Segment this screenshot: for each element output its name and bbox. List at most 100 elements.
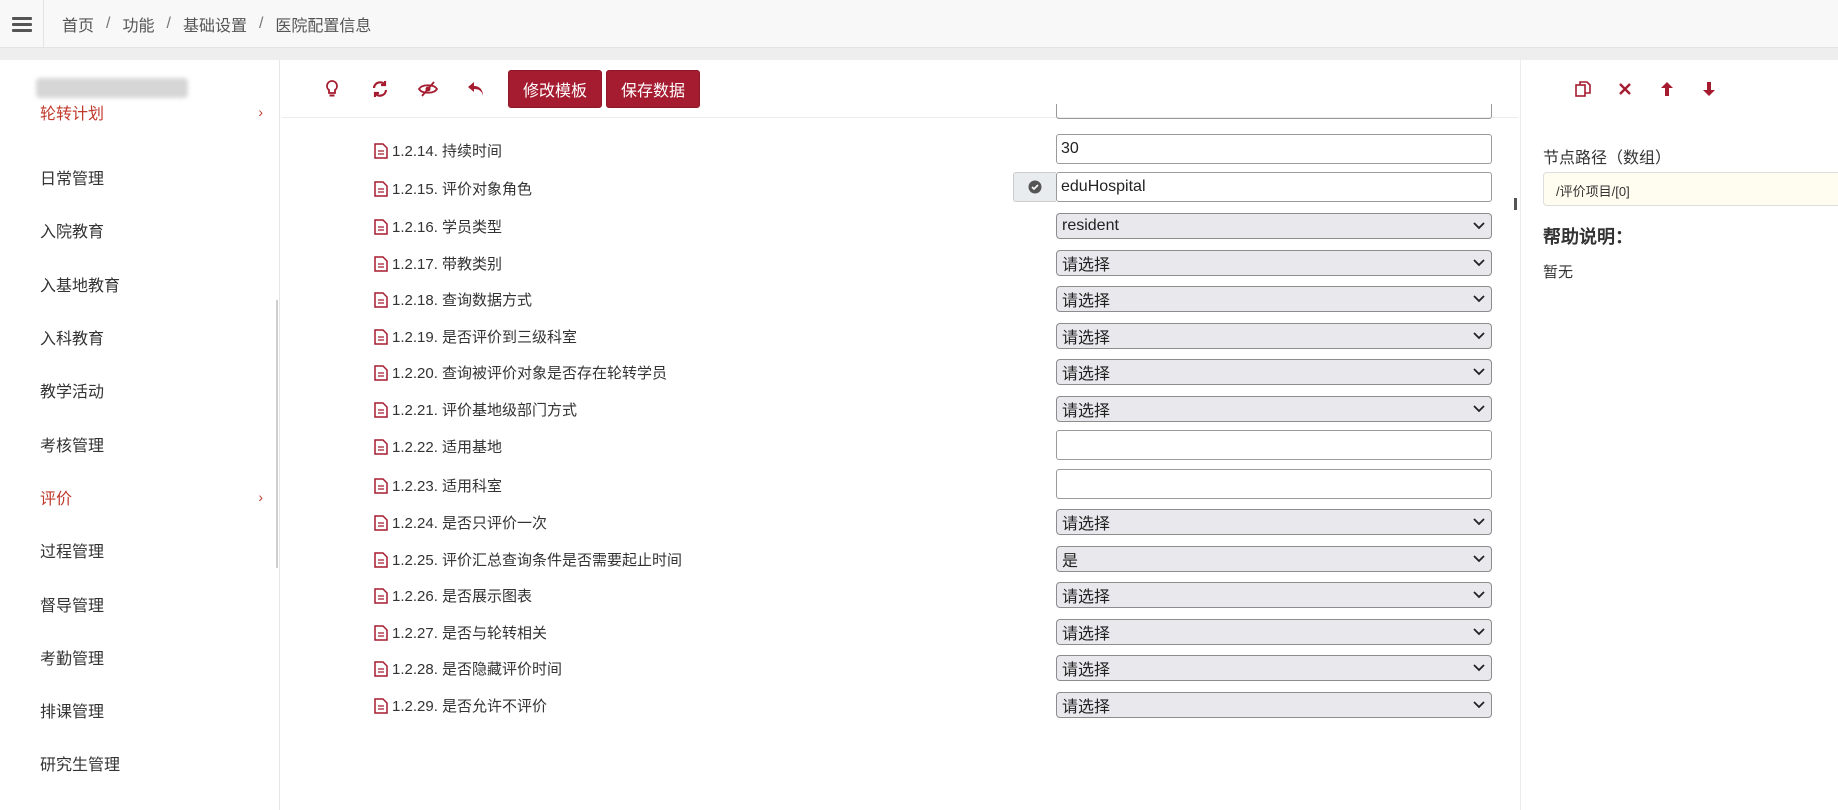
sidebar-item-label: 督导管理	[40, 598, 105, 615]
form-row: 1.2.23. 适用科室	[282, 468, 1518, 500]
document-icon	[374, 255, 388, 272]
sidebar-item-attendance-management[interactable]: 考勤管理	[40, 645, 265, 669]
sidebar-item-label: 考勤管理	[40, 651, 105, 668]
field-label: 1.2.21. 评价基地级部门方式	[392, 402, 578, 419]
breadcrumb-separator: /	[106, 14, 111, 32]
chevron-down-icon	[1473, 332, 1485, 340]
sidebar-item-label: 排课管理	[40, 704, 105, 721]
field-label: 1.2.23. 适用科室	[392, 478, 503, 495]
third-level-dept-select[interactable]: 请选择	[1056, 323, 1492, 349]
field-label: 1.2.14. 持续时间	[392, 143, 503, 160]
sidebar-item-supervision-management[interactable]: 督导管理	[40, 592, 265, 616]
breadcrumb-separator: /	[258, 14, 264, 32]
field-label: 1.2.29. 是否允许不评价	[392, 698, 548, 715]
node-toolbar	[1521, 60, 1838, 118]
close-icon[interactable]	[1605, 71, 1645, 107]
chevron-right-icon: ›	[258, 489, 263, 505]
sidebar-item-label: 研究生管理	[40, 757, 121, 774]
field-label: 1.2.18. 查询数据方式	[392, 292, 533, 309]
sidebar-item-teaching-activity[interactable]: 教学活动	[40, 378, 265, 402]
sidebar-item-dept-education[interactable]: 入科教育	[40, 325, 265, 349]
sidebar-item-process-management[interactable]: 过程管理	[40, 538, 265, 562]
hamburger-menu-icon[interactable]	[0, 0, 44, 48]
field-label: 1.2.24. 是否只评价一次	[392, 515, 548, 532]
form-row: 1.2.18. 查询数据方式 请选择	[282, 282, 1518, 314]
edit-template-button[interactable]: 修改模板	[508, 69, 603, 108]
save-data-button[interactable]: 保存数据	[606, 69, 701, 108]
teacher-category-select[interactable]: 请选择	[1056, 250, 1492, 276]
document-icon	[374, 401, 388, 418]
node-path-value: /评价项目/[0]	[1543, 172, 1838, 206]
sidebar-item-label: 评价	[40, 491, 73, 508]
breadcrumb-home[interactable]: 首页	[62, 12, 94, 36]
rotation-related-select[interactable]: 请选择	[1056, 619, 1492, 645]
applicable-dept-input[interactable]	[1056, 469, 1492, 499]
field-label: 1.2.22. 适用基地	[392, 439, 503, 456]
document-icon	[374, 660, 388, 677]
sidebar-item-exam-management[interactable]: 考核管理	[40, 432, 265, 456]
form-row: 1.2.15. 评价对象角色	[282, 171, 1518, 203]
breadcrumb: 首页 / 功能 / 基础设置 / 医院配置信息	[44, 12, 371, 36]
help-title: 帮助说明：	[1543, 227, 1633, 247]
field-label: 1.2.25. 评价汇总查询条件是否需要起止时间	[392, 552, 683, 569]
query-method-select[interactable]: 请选择	[1056, 286, 1492, 312]
show-chart-select[interactable]: 请选择	[1056, 582, 1492, 608]
field-label: 1.2.17. 带教类别	[392, 256, 503, 273]
rotation-student-select[interactable]: 请选择	[1056, 359, 1492, 385]
applicable-base-input[interactable]	[1056, 430, 1492, 460]
partial-field[interactable]	[1056, 104, 1492, 119]
check-circle-icon[interactable]	[1013, 172, 1056, 202]
allow-no-eval-select[interactable]: 请选择	[1056, 692, 1492, 718]
select-value: 请选择	[1062, 403, 1111, 420]
undo-icon[interactable]	[456, 71, 496, 107]
refresh-icon[interactable]	[360, 71, 400, 107]
arrow-up-icon[interactable]	[1647, 71, 1687, 107]
breadcrumb-separator: /	[166, 14, 171, 32]
evaluate-once-select[interactable]: 请选择	[1056, 509, 1492, 535]
lightbulb-icon[interactable]	[312, 71, 352, 107]
form-row: 1.2.28. 是否隐藏评价时间 请选择	[282, 651, 1518, 683]
main-panel: 修改模板 保存数据 1.2.14. 持续时间 1.2.15. 评价对象角色 1.…	[282, 60, 1518, 810]
sidebar-item-evaluation[interactable]: 评价 ›	[40, 485, 265, 509]
chevron-down-icon	[1473, 555, 1485, 563]
chevron-down-icon	[1473, 628, 1485, 636]
document-icon	[374, 624, 388, 641]
breadcrumb-function[interactable]: 功能	[122, 12, 154, 36]
form-row: 1.2.14. 持续时间	[282, 133, 1518, 165]
sidebar-item-graduate-management[interactable]: 研究生管理	[40, 751, 265, 775]
sidebar-item-label: 入基地教育	[40, 278, 121, 295]
sidebar-item-hospital-education[interactable]: 入院教育	[40, 218, 265, 242]
sidebar-item-daily-management[interactable]: 日常管理	[40, 165, 265, 189]
document-icon	[374, 697, 388, 714]
sidebar-scrollbar[interactable]	[276, 300, 278, 568]
sidebar-item-base-education[interactable]: 入基地教育	[40, 272, 265, 296]
chevron-down-icon	[1473, 259, 1485, 267]
select-value: 请选择	[1062, 257, 1111, 274]
arrow-down-icon[interactable]	[1689, 71, 1729, 107]
duration-input[interactable]	[1056, 134, 1492, 164]
sidebar-item-label: 过程管理	[40, 544, 105, 561]
sidebar-item-label: 轮转计划	[40, 106, 105, 123]
breadcrumb-basic-settings[interactable]: 基础设置	[183, 12, 247, 36]
sidebar-item-rotation-plan[interactable]: 轮转计划 ›	[40, 100, 265, 124]
form-row: 1.2.27. 是否与轮转相关 请选择	[282, 615, 1518, 647]
eye-slash-icon[interactable]	[408, 71, 448, 107]
content-divider	[0, 48, 1838, 60]
select-value: 请选择	[1062, 293, 1111, 310]
copy-icon[interactable]	[1563, 71, 1603, 107]
target-role-input[interactable]	[1056, 172, 1492, 202]
sidebar-item-schedule-management[interactable]: 排课管理	[40, 698, 265, 722]
chevron-down-icon	[1473, 368, 1485, 376]
hide-eval-time-select[interactable]: 请选择	[1056, 655, 1492, 681]
sidebar-item-label: 教学活动	[40, 384, 105, 401]
base-dept-method-select[interactable]: 请选择	[1056, 396, 1492, 422]
sidebar-item-label: 日常管理	[40, 171, 105, 188]
field-label: 1.2.19. 是否评价到三级科室	[392, 329, 578, 346]
chevron-down-icon	[1473, 664, 1485, 672]
student-type-select[interactable]: resident	[1056, 213, 1492, 239]
summary-date-range-select[interactable]: 是	[1056, 546, 1492, 572]
chevron-down-icon	[1473, 591, 1485, 599]
chevron-down-icon	[1473, 405, 1485, 413]
chevron-down-icon	[1473, 701, 1485, 709]
node-detail-panel: 节点路径（数组） /评价项目/[0] 帮助说明： 暂无	[1520, 60, 1838, 810]
